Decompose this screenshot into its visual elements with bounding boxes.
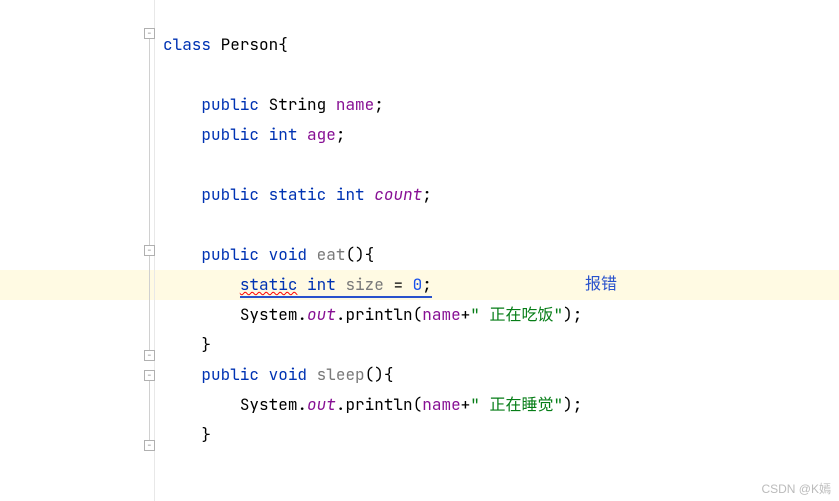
code-line: public int age;	[155, 120, 839, 150]
code-line: System.out.println(name+" 正在睡觉");	[155, 390, 839, 420]
fold-marker-icon[interactable]: −	[144, 28, 155, 39]
error-annotation: 报错	[585, 270, 617, 300]
code-line: public void sleep(){	[155, 360, 839, 390]
code-line: public String name;	[155, 90, 839, 120]
watermark: CSDN @K嫣	[761, 480, 831, 497]
code-line: class Person{	[155, 30, 839, 60]
fold-marker-icon[interactable]: −	[144, 245, 155, 256]
code-line-error: static int size = 0;报错	[155, 270, 839, 300]
code-line: }	[155, 420, 839, 450]
fold-end-icon[interactable]: −	[144, 440, 155, 451]
code-line: System.out.println(name+" 正在吃饭");	[155, 300, 839, 330]
fold-end-icon[interactable]: −	[144, 350, 155, 361]
editor-gutter: − − − − −	[0, 0, 155, 501]
code-line: }	[155, 330, 839, 360]
fold-marker-icon[interactable]: −	[144, 370, 155, 381]
code-line: public void eat(){	[155, 240, 839, 270]
code-content[interactable]: class Person{ public String name; public…	[155, 0, 839, 501]
code-line: public static int count;	[155, 180, 839, 210]
code-editor: − − − − − class Person{ public String na…	[0, 0, 839, 501]
